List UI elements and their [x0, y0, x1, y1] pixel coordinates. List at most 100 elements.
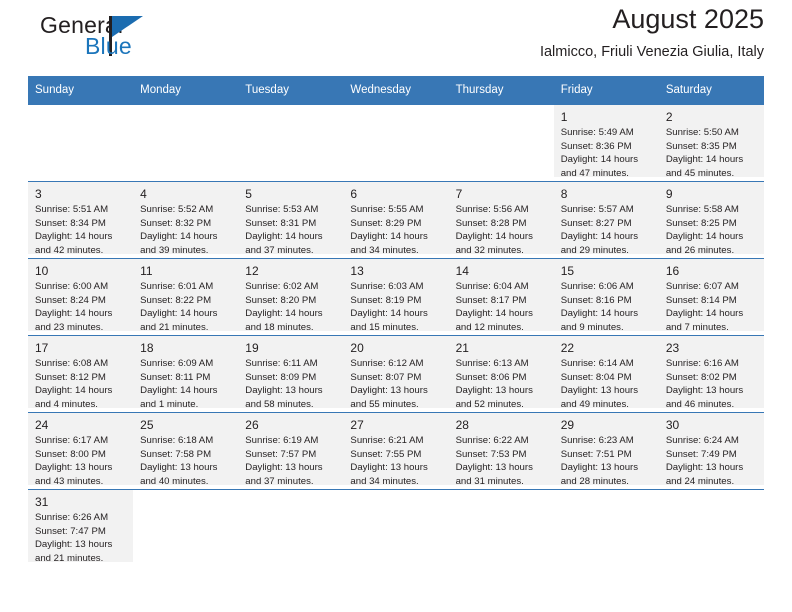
day-cell[interactable]: 2 Sunrise: 5:50 AM Sunset: 8:35 PM Dayli…	[658, 104, 764, 182]
daylight-text-line2: and 29 minutes.	[560, 245, 629, 257]
daylight-text-line2: and 18 minutes.	[245, 322, 314, 334]
daylight-text-line2: and 21 minutes.	[140, 322, 209, 334]
day-details: Sunrise: 6:11 AM Sunset: 8:09 PM Dayligh…	[245, 357, 336, 411]
weekday-header-tuesday: Tuesday	[238, 76, 344, 105]
day-details: Sunrise: 5:49 AM Sunset: 8:36 PM Dayligh…	[561, 126, 652, 180]
sunset-text: Sunset: 8:04 PM	[560, 371, 632, 383]
day-number: 20	[350, 341, 364, 355]
daylight-text-line1: Daylight: 14 hours	[455, 231, 533, 243]
day-cell[interactable]: 14 Sunrise: 6:04 AM Sunset: 8:17 PM Dayl…	[448, 258, 554, 336]
daylight-text-line1: Daylight: 14 hours	[560, 231, 639, 243]
daylight-text-line2: and 52 minutes.	[455, 399, 524, 411]
day-cell[interactable]: 30 Sunrise: 6:24 AM Sunset: 7:49 PM Dayl…	[658, 412, 764, 490]
day-cell[interactable]: 19 Sunrise: 6:11 AM Sunset: 8:09 PM Dayl…	[238, 335, 344, 413]
day-cell[interactable]: 27 Sunrise: 6:21 AM Sunset: 7:55 PM Dayl…	[343, 412, 449, 490]
day-cell[interactable]: 11 Sunrise: 6:01 AM Sunset: 8:22 PM Dayl…	[133, 258, 239, 336]
day-cell[interactable]: 9 Sunrise: 5:58 AM Sunset: 8:25 PM Dayli…	[658, 181, 764, 259]
daylight-text-line2: and 46 minutes.	[665, 399, 735, 411]
daylight-text-line2: and 28 minutes.	[560, 476, 629, 488]
day-number: 19	[245, 341, 259, 355]
day-number: 7	[455, 187, 463, 201]
day-number: 10	[35, 264, 49, 278]
day-cell[interactable]: 5 Sunrise: 5:53 AM Sunset: 8:31 PM Dayli…	[238, 181, 344, 259]
daylight-text-line1: Daylight: 14 hours	[455, 308, 533, 320]
day-cell[interactable]: 7 Sunrise: 5:56 AM Sunset: 8:28 PM Dayli…	[448, 181, 554, 259]
sunrise-text: Sunrise: 6:07 AM	[665, 281, 739, 293]
day-cell-empty	[343, 104, 449, 182]
day-cell-empty	[553, 489, 659, 566]
sunset-text: Sunset: 8:28 PM	[455, 217, 527, 229]
daylight-text-line1: Daylight: 14 hours	[350, 308, 428, 320]
calendar-page: General Blue August 2025 Ialmicco, Friul…	[0, 0, 792, 612]
day-number: 3	[35, 187, 42, 201]
sunset-text: Sunset: 8:29 PM	[350, 217, 422, 229]
sunrise-text: Sunrise: 5:57 AM	[560, 204, 634, 216]
calendar-week-row: 10 Sunrise: 6:00 AM Sunset: 8:24 PM Dayl…	[28, 258, 764, 336]
daylight-text-line1: Daylight: 14 hours	[140, 231, 218, 243]
day-cell[interactable]: 6 Sunrise: 5:55 AM Sunset: 8:29 PM Dayli…	[343, 181, 449, 259]
daylight-text-line2: and 34 minutes.	[350, 476, 419, 488]
daylight-text-line2: and 24 minutes.	[665, 476, 735, 488]
general-blue-logo[interactable]: General Blue	[28, 10, 178, 66]
day-details: Sunrise: 6:07 AM Sunset: 8:14 PM Dayligh…	[666, 280, 757, 334]
day-cell[interactable]: 29 Sunrise: 6:23 AM Sunset: 7:51 PM Dayl…	[553, 412, 659, 490]
weekday-header-saturday: Saturday	[658, 76, 764, 105]
daylight-text-line1: Daylight: 13 hours	[350, 385, 428, 397]
daylight-text-line2: and 9 minutes.	[560, 322, 624, 334]
daylight-text-line1: Daylight: 13 hours	[140, 462, 218, 474]
daylight-text-line2: and 21 minutes.	[35, 553, 104, 565]
sunrise-text: Sunrise: 6:21 AM	[350, 435, 424, 447]
day-number: 4	[140, 187, 147, 201]
sunset-text: Sunset: 8:09 PM	[245, 371, 317, 383]
daylight-text-line2: and 4 minutes.	[35, 399, 98, 411]
weekday-header-thursday: Thursday	[448, 76, 554, 105]
day-cell[interactable]: 20 Sunrise: 6:12 AM Sunset: 8:07 PM Dayl…	[343, 335, 449, 413]
daylight-text-line2: and 1 minute.	[140, 399, 199, 411]
day-cell[interactable]: 4 Sunrise: 5:52 AM Sunset: 8:32 PM Dayli…	[133, 181, 239, 259]
daylight-text-line2: and 45 minutes.	[665, 168, 735, 180]
day-details: Sunrise: 5:55 AM Sunset: 8:29 PM Dayligh…	[350, 203, 441, 257]
weekday-header-wednesday: Wednesday	[343, 76, 449, 105]
day-cell[interactable]: 1 Sunrise: 5:49 AM Sunset: 8:36 PM Dayli…	[553, 104, 659, 182]
day-number: 18	[140, 341, 154, 355]
day-cell[interactable]: 18 Sunrise: 6:09 AM Sunset: 8:11 PM Dayl…	[133, 335, 239, 413]
sunset-text: Sunset: 8:02 PM	[665, 371, 737, 383]
day-cell[interactable]: 26 Sunrise: 6:19 AM Sunset: 7:57 PM Dayl…	[238, 412, 344, 490]
day-cell[interactable]: 16 Sunrise: 6:07 AM Sunset: 8:14 PM Dayl…	[658, 258, 764, 336]
sunset-text: Sunset: 8:11 PM	[140, 371, 211, 383]
day-details: Sunrise: 6:08 AM Sunset: 8:12 PM Dayligh…	[35, 357, 126, 411]
sunset-text: Sunset: 8:25 PM	[665, 217, 737, 229]
daylight-text-line2: and 34 minutes.	[350, 245, 419, 257]
day-cell[interactable]: 28 Sunrise: 6:22 AM Sunset: 7:53 PM Dayl…	[448, 412, 554, 490]
day-cell[interactable]: 31 Sunrise: 6:26 AM Sunset: 7:47 PM Dayl…	[28, 489, 134, 566]
day-cell-empty	[133, 104, 239, 182]
daylight-text-line2: and 58 minutes.	[245, 399, 314, 411]
daylight-text-line2: and 12 minutes.	[455, 322, 524, 334]
day-number: 11	[140, 264, 153, 278]
sunrise-text: Sunrise: 6:00 AM	[35, 281, 109, 293]
day-cell-empty	[238, 489, 344, 566]
day-cell[interactable]: 17 Sunrise: 6:08 AM Sunset: 8:12 PM Dayl…	[28, 335, 134, 413]
day-number: 14	[455, 264, 469, 278]
day-cell[interactable]: 25 Sunrise: 6:18 AM Sunset: 7:58 PM Dayl…	[133, 412, 239, 490]
day-cell[interactable]: 12 Sunrise: 6:02 AM Sunset: 8:20 PM Dayl…	[238, 258, 344, 336]
day-cell[interactable]: 3 Sunrise: 5:51 AM Sunset: 8:34 PM Dayli…	[28, 181, 134, 259]
daylight-text-line1: Daylight: 14 hours	[35, 385, 113, 397]
sunset-text: Sunset: 8:32 PM	[140, 217, 212, 229]
day-cell[interactable]: 21 Sunrise: 6:13 AM Sunset: 8:06 PM Dayl…	[448, 335, 554, 413]
day-cell[interactable]: 22 Sunrise: 6:14 AM Sunset: 8:04 PM Dayl…	[553, 335, 659, 413]
day-cell[interactable]: 23 Sunrise: 6:16 AM Sunset: 8:02 PM Dayl…	[658, 335, 764, 413]
sunset-text: Sunset: 8:20 PM	[245, 294, 317, 306]
day-cell[interactable]: 13 Sunrise: 6:03 AM Sunset: 8:19 PM Dayl…	[343, 258, 449, 336]
calendar-week-row: 31 Sunrise: 6:26 AM Sunset: 7:47 PM Dayl…	[28, 489, 764, 566]
day-cell[interactable]: 8 Sunrise: 5:57 AM Sunset: 8:27 PM Dayli…	[553, 181, 659, 259]
sunrise-text: Sunrise: 5:49 AM	[560, 127, 634, 139]
sunset-text: Sunset: 8:00 PM	[35, 448, 106, 460]
day-cell[interactable]: 24 Sunrise: 6:17 AM Sunset: 8:00 PM Dayl…	[28, 412, 134, 490]
sunrise-text: Sunrise: 5:55 AM	[350, 204, 424, 216]
sunrise-text: Sunrise: 5:56 AM	[455, 204, 529, 216]
day-cell[interactable]: 15 Sunrise: 6:06 AM Sunset: 8:16 PM Dayl…	[553, 258, 659, 336]
sunrise-sunset-calendar: Sunday Monday Tuesday Wednesday Thursday…	[28, 76, 764, 566]
day-details: Sunrise: 5:56 AM Sunset: 8:28 PM Dayligh…	[456, 203, 547, 257]
day-cell[interactable]: 10 Sunrise: 6:00 AM Sunset: 8:24 PM Dayl…	[28, 258, 134, 336]
